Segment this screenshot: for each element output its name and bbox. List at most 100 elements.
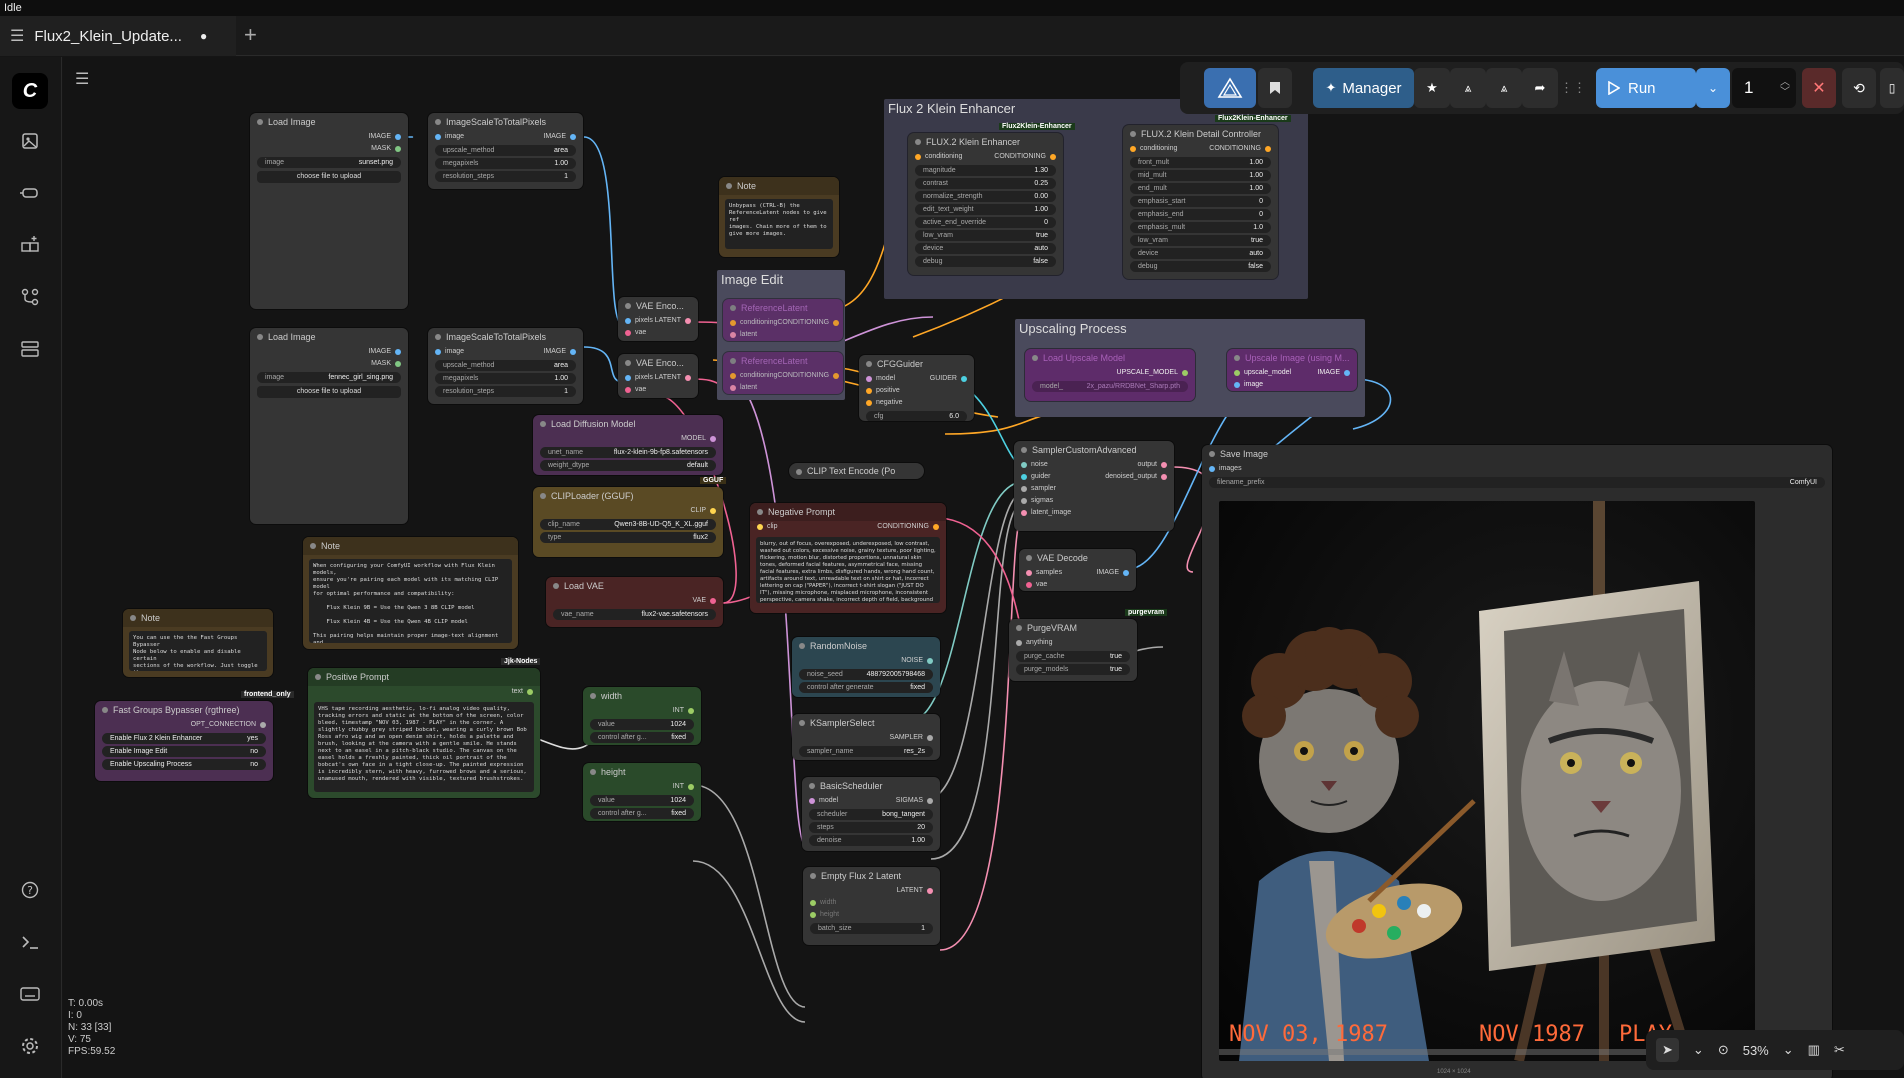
widget-active-end-override[interactable]: active_end_override 0 [915,217,1056,228]
input-width[interactable]: width [810,897,836,909]
node-image-scale[interactable]: ImageScaleToTotalPixels image IMAGE upsca… [428,328,583,404]
widget-normalize-strength[interactable]: normalize_strength 0.00 [915,191,1056,202]
node-note[interactable]: Note When configuring your ComfyUI workf… [303,537,518,649]
input-samples[interactable]: samples [1026,567,1062,579]
settings-icon[interactable] [18,1034,42,1058]
output-image[interactable]: IMAGE [543,131,576,143]
note-text[interactable]: Unbypass (CTRL-B) the ReferenceLatent no… [725,199,833,249]
widget-mid-mult[interactable]: mid_mult 1.00 [1130,170,1271,181]
purge-cache-toggle[interactable]: purge_cache true [1016,651,1130,662]
node-image-scale[interactable]: ImageScaleToTotalPixels image IMAGE upsca… [428,113,583,189]
input-guider[interactable]: guider [1021,471,1050,483]
hamburger-icon[interactable]: ☰ [10,26,24,46]
images-icon[interactable] [18,129,42,153]
minimap-icon[interactable]: ▥ [1808,1042,1820,1058]
input-pixels[interactable]: pixels [625,372,653,384]
star-icon[interactable]: ★ [1414,68,1450,108]
output-image[interactable]: IMAGE [368,131,401,143]
workflow-logo-button[interactable] [1204,68,1256,108]
output-mask[interactable]: MASK [371,358,401,370]
note-text[interactable]: When configuring your ComfyUI workflow w… [309,559,512,643]
output-image[interactable]: IMAGE [368,346,401,358]
node-klein-detail[interactable]: FLUX.2 Klein Detail Controller condition… [1123,125,1278,279]
cancel-button[interactable]: ✕ [1802,68,1836,108]
unsaved-dot-icon[interactable]: ● [200,29,207,43]
output-opt-connection[interactable]: OPT_CONNECTION [191,719,267,731]
positive-prompt-textarea[interactable]: VHS tape recording aesthetic, lo-fi anal… [314,702,534,792]
bypass-toggle[interactable]: Enable Image Edit no [102,746,266,757]
input-vae[interactable]: vae [625,327,646,339]
sampler-name-combo[interactable]: sampler_name res_2s [799,746,933,757]
node-positive-prompt[interactable]: Positive Prompt text VHS tape recording … [308,668,540,798]
node-vae-encode[interactable]: VAE Enco... pixels LATENT vae [618,297,698,341]
scheduler-combo[interactable]: scheduler bong_tangent [809,809,933,820]
input-height[interactable]: height [810,909,839,921]
input-pixels[interactable]: pixels [625,315,653,327]
bypass-toggle[interactable]: Enable Upscaling Process no [102,759,266,770]
node-negative-prompt[interactable]: Negative Prompt clip CONDITIONING blurry,… [750,503,946,613]
toggle-panel-icon[interactable]: ▯ [1880,68,1904,108]
node-reference-latent[interactable]: ReferenceLatent conditioning CONDITIONING… [723,299,843,341]
model-name-combo[interactable]: model_ 2x_pazu/RRDBNet_Sharp.pth [1032,381,1188,392]
upscale-method-combo[interactable]: upscale_method area [435,145,576,156]
input-clip[interactable]: clip [757,521,778,533]
widget-contrast[interactable]: contrast 0.25 [915,178,1056,189]
width-value-field[interactable]: value 1024 [590,719,694,730]
workflow-tab[interactable]: ☰ Flux2_Klein_Update... ● [0,16,236,56]
output-noise[interactable]: NOISE [901,655,933,667]
node-load-image[interactable]: Load Image IMAGE MASK image sunset.png ch… [250,113,408,309]
widget-device[interactable]: device auto [1130,248,1271,259]
input-sigmas[interactable]: sigmas [1021,495,1053,507]
node-load-upscale-model[interactable]: Load Upscale Model UPSCALE_MODEL model_ 2… [1025,349,1195,401]
select-tool-icon[interactable]: ➤ [1656,1038,1679,1062]
widget-debug[interactable]: debug false [1130,261,1271,272]
denoise-field[interactable]: denoise 1.00 [809,835,933,846]
output-latent[interactable]: LATENT [897,885,934,897]
help-icon[interactable]: ? [18,878,42,902]
node-load-vae[interactable]: Load VAE VAE vae_name flux2-vae.safetenso… [546,577,723,627]
node-note[interactable]: Note You can use the the Fast Groups Byp… [123,609,273,677]
input-image[interactable]: image [435,346,464,358]
output-preview-image[interactable]: NOV 03, 1987 NOV 1987 PLAY [1219,501,1755,1061]
node-width[interactable]: width INT value 1024 control after g... fi… [583,687,701,745]
resolution-steps-field[interactable]: resolution_steps 1 [435,171,576,182]
keyboard-icon[interactable] [18,982,42,1006]
console-icon[interactable] [18,930,42,954]
input-anything[interactable]: anything [1016,637,1052,649]
input-latent[interactable]: latent [730,382,757,394]
widget-debug[interactable]: debug false [915,256,1056,267]
output-conditioning[interactable]: CONDITIONING [1209,143,1271,155]
input-conditioning[interactable]: conditioning [730,370,777,382]
input-vae[interactable]: vae [1026,579,1047,591]
steps-field[interactable]: steps 20 [809,822,933,833]
node-sampler-custom-advanced[interactable]: SamplerCustomAdvanced noise output guider… [1014,441,1174,531]
upload-button[interactable]: choose file to upload [257,171,401,183]
output-sigmas[interactable]: SIGMAS [896,795,934,807]
widget-device[interactable]: device auto [915,243,1056,254]
width-control-combo[interactable]: control after g... fixed [590,732,694,743]
node-cfg-guider[interactable]: CFGGuider model GUIDER positive negative … [859,355,974,421]
output-image[interactable]: IMAGE [1317,367,1350,379]
height-control-combo[interactable]: control after g... fixed [590,808,694,819]
chevron-down-icon[interactable]: ⌄ [1783,1042,1794,1058]
zoom-level[interactable]: 53% [1743,1043,1769,1058]
input-vae[interactable]: vae [625,384,646,396]
comfy-logo[interactable]: C [12,73,48,109]
output-text[interactable]: text [512,686,534,698]
negative-prompt-textarea[interactable]: blurry, out of focus, overexposed, under… [756,537,940,603]
input-conditioning[interactable]: conditioning [730,317,777,329]
share-icon[interactable]: ➦ [1522,68,1558,108]
height-value-field[interactable]: value 1024 [590,795,694,806]
output-guider[interactable]: GUIDER [930,373,968,385]
output-output[interactable]: output [1138,459,1168,471]
input-noise[interactable]: noise [1021,459,1048,471]
node-reference-latent[interactable]: ReferenceLatent conditioning CONDITIONING… [723,352,843,394]
clip-name-combo[interactable]: clip_name Qwen3-8B-UD-Q5_K_XL.gguf [540,519,716,530]
node-vae-decode[interactable]: VAE Decode samples IMAGE vae [1019,549,1136,591]
widget-front-mult[interactable]: front_mult 1.00 [1130,157,1271,168]
node-load-image[interactable]: Load Image IMAGE MASK image fennec_girl_s… [250,328,408,524]
widget-magnitude[interactable]: magnitude 1.30 [915,165,1056,176]
link-visibility-icon[interactable]: ✂ [1834,1042,1845,1058]
node-height[interactable]: height INT value 1024 control after g... f… [583,763,701,821]
input-image[interactable]: image [1234,379,1263,391]
